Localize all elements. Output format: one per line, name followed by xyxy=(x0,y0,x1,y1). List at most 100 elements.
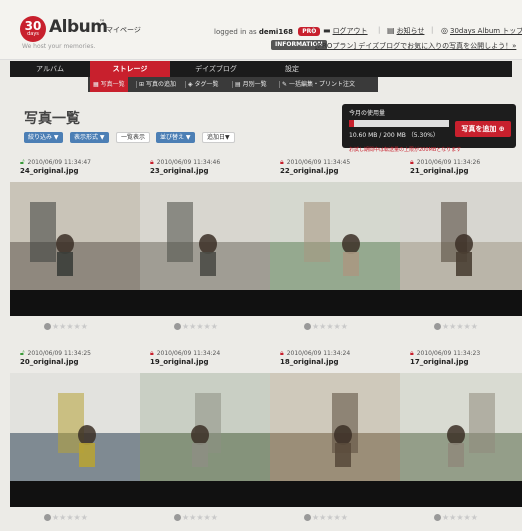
page-header: 30 days Album ™ マイページ We host your memor… xyxy=(0,0,522,60)
clear-rating-icon[interactable] xyxy=(44,323,51,330)
subnav-bulk-edit-label: 一括編集・プリント注文 xyxy=(288,81,355,88)
nav-album[interactable]: アルバム xyxy=(10,61,90,77)
news-link[interactable]: ▤ お知らせ xyxy=(387,26,424,36)
sort-button[interactable]: 並び替え ▼ xyxy=(156,132,195,143)
top-page-link[interactable]: ◎ 30days Album トップ xyxy=(441,26,522,36)
photo-image xyxy=(400,373,522,507)
storage-subnav: ▦ 写真一覧 ⊞ 写真の追加 ◈ タグ一覧 ▤ 月別一覧 ✎ 一括編集・プリント… xyxy=(88,77,378,92)
photo-filename[interactable]: 24_original.jpg xyxy=(20,167,79,175)
information-link[interactable]: [PROプラン] デイズブログでお気に入りの写真を公開しよう！» xyxy=(315,41,516,51)
photo-date: 🔒︎ 2010/06/09 11:34:24 xyxy=(150,349,220,358)
logo-trademark: ™ xyxy=(99,19,105,26)
usage-note: お試し期間中は転送量の上限が200MBとなります xyxy=(349,147,462,153)
photo-image xyxy=(400,182,522,316)
photo-date-text: 2010/06/09 11:34:47 xyxy=(27,159,91,166)
subnav-bulk-edit[interactable]: ✎ 一括編集・プリント注文 xyxy=(282,77,355,92)
photo-filename[interactable]: 21_original.jpg xyxy=(410,167,469,175)
rating-stars[interactable]: ★★★★★ xyxy=(304,322,348,331)
lock-icon[interactable]: 🔒︎ xyxy=(150,349,154,358)
photo-thumbnail[interactable] xyxy=(400,373,522,507)
rating-stars[interactable]: ★★★★★ xyxy=(174,322,218,331)
subnav-monthly[interactable]: ▤ 月別一覧 xyxy=(235,77,267,92)
star-icons[interactable]: ★★★★★ xyxy=(52,513,88,522)
usage-panel: 今月の使用量 10.60 MB / 200 MB （5.30%） 写真を追加 ⊕ xyxy=(342,104,516,148)
filter-button[interactable]: 絞り込み ▼ xyxy=(24,132,63,143)
divider: | xyxy=(312,26,315,34)
photo-thumbnail[interactable] xyxy=(270,182,400,316)
photo-filename[interactable]: 18_original.jpg xyxy=(280,358,339,366)
star-icons[interactable]: ★★★★★ xyxy=(182,322,218,331)
add-photo-button[interactable]: 写真を追加 ⊕ xyxy=(455,121,511,137)
rating-stars[interactable]: ★★★★★ xyxy=(44,513,88,522)
photo-date-text: 2010/06/09 11:34:46 xyxy=(156,159,221,166)
divider xyxy=(279,81,280,88)
subnav-monthly-label: 月別一覧 xyxy=(242,81,267,88)
list-view-button[interactable]: 一覧表示 xyxy=(116,132,151,143)
nav-settings[interactable]: 設定 xyxy=(262,61,322,77)
star-icons[interactable]: ★★★★★ xyxy=(312,513,348,522)
photo-date-text: 2010/06/09 11:34:26 xyxy=(416,159,481,166)
nav-daysblog[interactable]: デイズブログ xyxy=(170,61,262,77)
star-icons[interactable]: ★★★★★ xyxy=(442,322,478,331)
photo-thumbnail[interactable] xyxy=(10,182,140,316)
clear-rating-icon[interactable] xyxy=(434,323,441,330)
photo-filename[interactable]: 22_original.jpg xyxy=(280,167,339,175)
photo-filename[interactable]: 23_original.jpg xyxy=(150,167,209,175)
rating-stars[interactable]: ★★★★★ xyxy=(304,513,348,522)
subnav-tag-list[interactable]: ◈ タグ一覧 xyxy=(188,77,219,92)
logout-link[interactable]: ▬ ログアウト xyxy=(323,26,368,36)
clear-rating-icon[interactable] xyxy=(44,514,51,521)
lock-icon[interactable]: 🔒︎ xyxy=(410,158,414,167)
photo-filename[interactable]: 20_original.jpg xyxy=(20,358,79,366)
unlock-icon[interactable]: 🔓︎ xyxy=(20,158,25,167)
subnav-add-photo[interactable]: ⊞ 写真の追加 xyxy=(139,77,176,92)
user-status: logged in as demi168 PRO xyxy=(214,27,321,36)
photo-thumbnail[interactable] xyxy=(400,182,522,316)
home-icon: ◎ xyxy=(441,26,448,35)
rating-stars[interactable]: ★★★★★ xyxy=(434,322,478,331)
photo-filename[interactable]: 19_original.jpg xyxy=(150,358,209,366)
edit-icon: ✎ xyxy=(282,81,289,88)
clear-rating-icon[interactable] xyxy=(304,323,311,330)
news-icon: ▤ xyxy=(387,26,395,35)
nav-storage[interactable]: ストレージ xyxy=(90,61,170,77)
lock-icon[interactable]: 🔒︎ xyxy=(280,158,284,167)
star-icons[interactable]: ★★★★★ xyxy=(442,513,478,522)
clear-rating-icon[interactable] xyxy=(174,514,181,521)
photo-image xyxy=(270,373,400,507)
logged-in-prefix: logged in as xyxy=(214,28,257,36)
subnav-add-photo-label: 写真の追加 xyxy=(145,81,176,88)
photo-thumbnail[interactable] xyxy=(10,373,140,507)
rating-stars[interactable]: ★★★★★ xyxy=(174,513,218,522)
rating-stars[interactable]: ★★★★★ xyxy=(44,322,88,331)
star-icons[interactable]: ★★★★★ xyxy=(52,322,88,331)
lock-icon[interactable]: 🔒︎ xyxy=(280,349,284,358)
photo-image xyxy=(140,373,270,507)
tagline: We host your memories. xyxy=(22,43,96,50)
photo-filename[interactable]: 17_original.jpg xyxy=(410,358,469,366)
star-icons[interactable]: ★★★★★ xyxy=(312,322,348,331)
logout-label: ログアウト xyxy=(332,27,368,35)
unlock-icon[interactable]: 🔓︎ xyxy=(20,349,25,358)
star-icons[interactable]: ★★★★★ xyxy=(182,513,218,522)
rating-stars[interactable]: ★★★★★ xyxy=(434,513,478,522)
username: demi168 xyxy=(258,28,293,36)
clear-rating-icon[interactable] xyxy=(434,514,441,521)
logo-icon[interactable]: 30 days xyxy=(20,16,46,42)
photo-thumbnail[interactable] xyxy=(140,373,270,507)
news-label: お知らせ xyxy=(396,27,425,35)
lock-icon[interactable]: 🔒︎ xyxy=(150,158,154,167)
added-date-select[interactable]: 追加日▼ xyxy=(202,132,235,143)
photo-date: 🔓︎ 2010/06/09 11:34:47 xyxy=(20,158,91,167)
display-format-button[interactable]: 表示形式 ▼ xyxy=(70,132,109,143)
main-nav: アルバム ストレージ デイズブログ 設定 xyxy=(10,61,512,77)
subnav-photo-list[interactable]: ▦ 写真一覧 xyxy=(90,77,128,92)
photo-thumbnail[interactable] xyxy=(140,182,270,316)
lock-icon[interactable]: 🔒︎ xyxy=(410,349,414,358)
clear-rating-icon[interactable] xyxy=(304,514,311,521)
usage-label: 今月の使用量 xyxy=(349,110,386,117)
photo-date: 🔒︎ 2010/06/09 11:34:45 xyxy=(280,158,350,167)
clear-rating-icon[interactable] xyxy=(174,323,181,330)
photo-date: 🔒︎ 2010/06/09 11:34:24 xyxy=(280,349,350,358)
photo-thumbnail[interactable] xyxy=(270,373,400,507)
